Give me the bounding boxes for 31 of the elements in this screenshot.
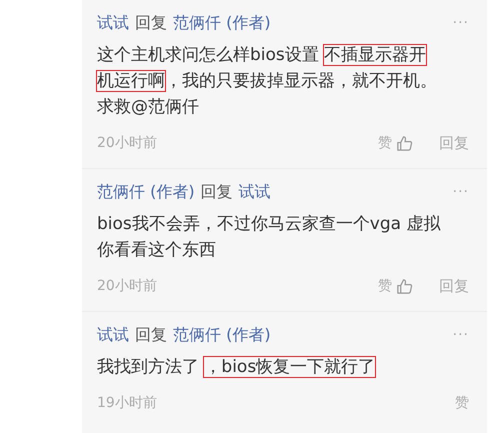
author-name[interactable]: 范俩仟 (作者)	[97, 182, 195, 202]
author-name[interactable]: 试试	[97, 12, 129, 34]
comment-text: 这个主机求问怎么样bios设置	[97, 45, 320, 65]
more-button[interactable]: ···	[452, 15, 469, 31]
comment-text: ，我的只要拔掉显示器，就不开机。	[165, 71, 437, 91]
like-button[interactable]: 赞	[378, 134, 392, 152]
highlighted-text: ，bios恢复一下就行了	[204, 357, 376, 377]
comment-text: 你看看这个东西	[97, 240, 216, 260]
author-name[interactable]: 试试	[97, 324, 129, 346]
reply-target-name[interactable]: 范俩仟 (作者)	[173, 324, 271, 346]
reply-button[interactable]: 回复	[439, 134, 469, 152]
timestamp: 20小时前	[97, 277, 157, 295]
like-button[interactable]: 赞	[378, 277, 392, 295]
reply-button[interactable]: 回复	[439, 276, 469, 296]
more-button[interactable]: ···	[452, 184, 469, 200]
more-button[interactable]: ···	[452, 327, 469, 343]
reply-label: 回复	[135, 12, 167, 34]
reply-target-name[interactable]: 试试	[238, 182, 271, 202]
thumbs-up-icon[interactable]	[396, 134, 413, 152]
comment-text: 求救@范俩仟	[97, 97, 199, 117]
highlighted-text: 不插显示器开	[324, 45, 426, 65]
reply-target-name[interactable]: 范俩仟 (作者)	[173, 12, 271, 34]
thumbs-up-icon[interactable]	[396, 278, 413, 294]
reply-label: 回复	[200, 182, 233, 202]
reply-label: 回复	[135, 324, 167, 346]
comment-text: 我找到方法了	[97, 357, 200, 377]
like-button[interactable]: 赞	[455, 394, 469, 412]
highlighted-text: 机运行啊	[97, 71, 165, 91]
timestamp: 19小时前	[97, 394, 157, 412]
timestamp: 20小时前	[97, 134, 157, 152]
comment-text: bios我不会弄，不过你马云家查一个vga 虚拟	[97, 214, 440, 234]
